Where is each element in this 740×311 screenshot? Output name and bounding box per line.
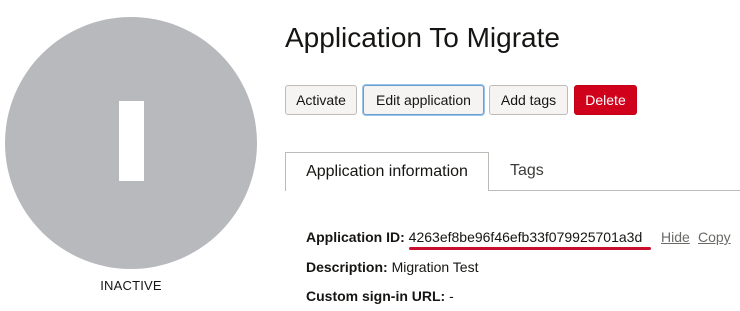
description-label: Description:: [306, 259, 388, 275]
custom-signin-url-value: -: [449, 288, 454, 304]
tab-divider: [489, 190, 740, 191]
avatar-initial-glyph: [119, 101, 144, 181]
application-id-label: Application ID:: [306, 229, 405, 245]
custom-signin-url-row: Custom sign-in URL: -: [306, 288, 454, 304]
tab-application-information[interactable]: Application information: [285, 152, 489, 191]
custom-signin-url-label: Custom sign-in URL:: [306, 288, 446, 304]
copy-link[interactable]: Copy: [698, 229, 731, 245]
application-id-row: Application ID: 4263ef8be96f46efb33f0799…: [306, 229, 642, 245]
delete-button[interactable]: Delete: [574, 85, 637, 115]
page-title: Application To Migrate: [285, 22, 560, 53]
description-value: Migration Test: [391, 259, 479, 275]
add-tags-button[interactable]: Add tags: [489, 85, 568, 115]
app-avatar: [5, 17, 257, 269]
activate-button[interactable]: Activate: [285, 85, 357, 115]
tab-tags[interactable]: Tags: [510, 162, 544, 180]
hide-link[interactable]: Hide: [661, 229, 690, 245]
status-label: INACTIVE: [100, 278, 162, 293]
edit-application-button[interactable]: Edit application: [363, 85, 484, 115]
application-id-value: 4263ef8be96f46efb33f079925701a3d: [408, 229, 643, 245]
annotation-underline: [409, 247, 651, 250]
description-row: Description: Migration Test: [306, 259, 478, 275]
